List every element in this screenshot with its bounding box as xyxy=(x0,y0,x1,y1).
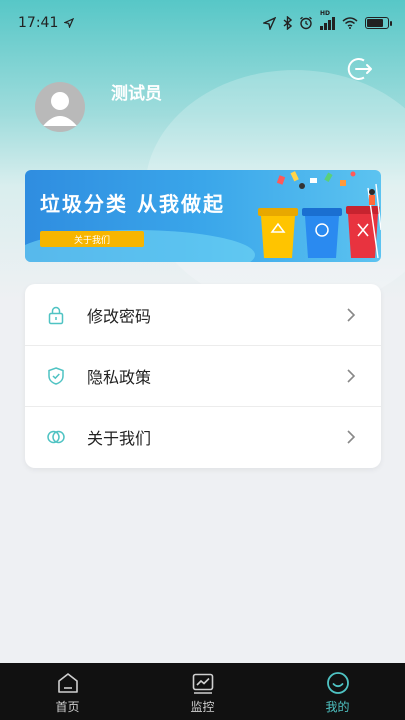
user-avatar-icon xyxy=(43,92,77,126)
location-arrow-icon xyxy=(64,18,75,28)
menu-item-change-password[interactable]: 修改密码 xyxy=(25,284,381,345)
tab-label: 首页 xyxy=(55,700,80,714)
chevron-right-icon xyxy=(347,369,356,383)
logout-icon[interactable] xyxy=(346,55,374,83)
status-bar: 17:41 HD xyxy=(0,0,405,46)
alarm-icon xyxy=(300,16,312,30)
tab-mine[interactable]: 我的 xyxy=(270,663,405,720)
menu-item-label: 关于我们 xyxy=(87,429,152,448)
status-right: HD xyxy=(263,10,392,30)
tab-home[interactable]: 首页 xyxy=(0,663,135,720)
wifi-icon xyxy=(342,17,358,29)
menu-item-privacy-policy[interactable]: 隐私政策 xyxy=(25,345,381,406)
bluetooth-icon xyxy=(283,16,292,30)
network-type-label: HD xyxy=(320,9,331,17)
username: 测试员 xyxy=(111,84,162,104)
avatar[interactable] xyxy=(35,82,85,132)
banner-about-button[interactable]: 关于我们 xyxy=(40,231,144,247)
recycling-bins-illustration xyxy=(258,171,381,259)
shield-icon xyxy=(48,367,64,385)
smile-icon xyxy=(326,672,349,694)
menu-item-label: 修改密码 xyxy=(87,306,152,326)
tab-label: 我的 xyxy=(325,700,350,714)
battery-icon xyxy=(365,17,392,29)
status-time: 17:41 xyxy=(18,15,59,31)
tab-monitor[interactable]: 监控 xyxy=(135,663,270,720)
tab-label: 监控 xyxy=(190,700,215,714)
chevron-right-icon xyxy=(347,430,356,444)
recycling-banner[interactable]: 垃圾分类 从我做起 关于我们 xyxy=(25,170,381,262)
circles-icon xyxy=(47,430,65,444)
location-arrow-icon xyxy=(263,16,276,30)
lock-icon xyxy=(48,306,64,324)
chart-icon xyxy=(192,673,213,694)
home-icon xyxy=(57,673,78,693)
cellular-signal-icon: HD xyxy=(320,10,335,30)
chevron-right-icon xyxy=(347,307,356,322)
status-left: 17:41 xyxy=(18,15,75,31)
menu-item-label: 隐私政策 xyxy=(87,368,152,387)
settings-menu-card: 修改密码 隐私政策 关于我们 xyxy=(25,284,381,468)
banner-title: 垃圾分类 从我做起 xyxy=(40,192,225,216)
menu-item-about-us[interactable]: 关于我们 xyxy=(25,406,381,467)
bottom-tab-bar: 首页 监控 我的 xyxy=(0,663,405,720)
